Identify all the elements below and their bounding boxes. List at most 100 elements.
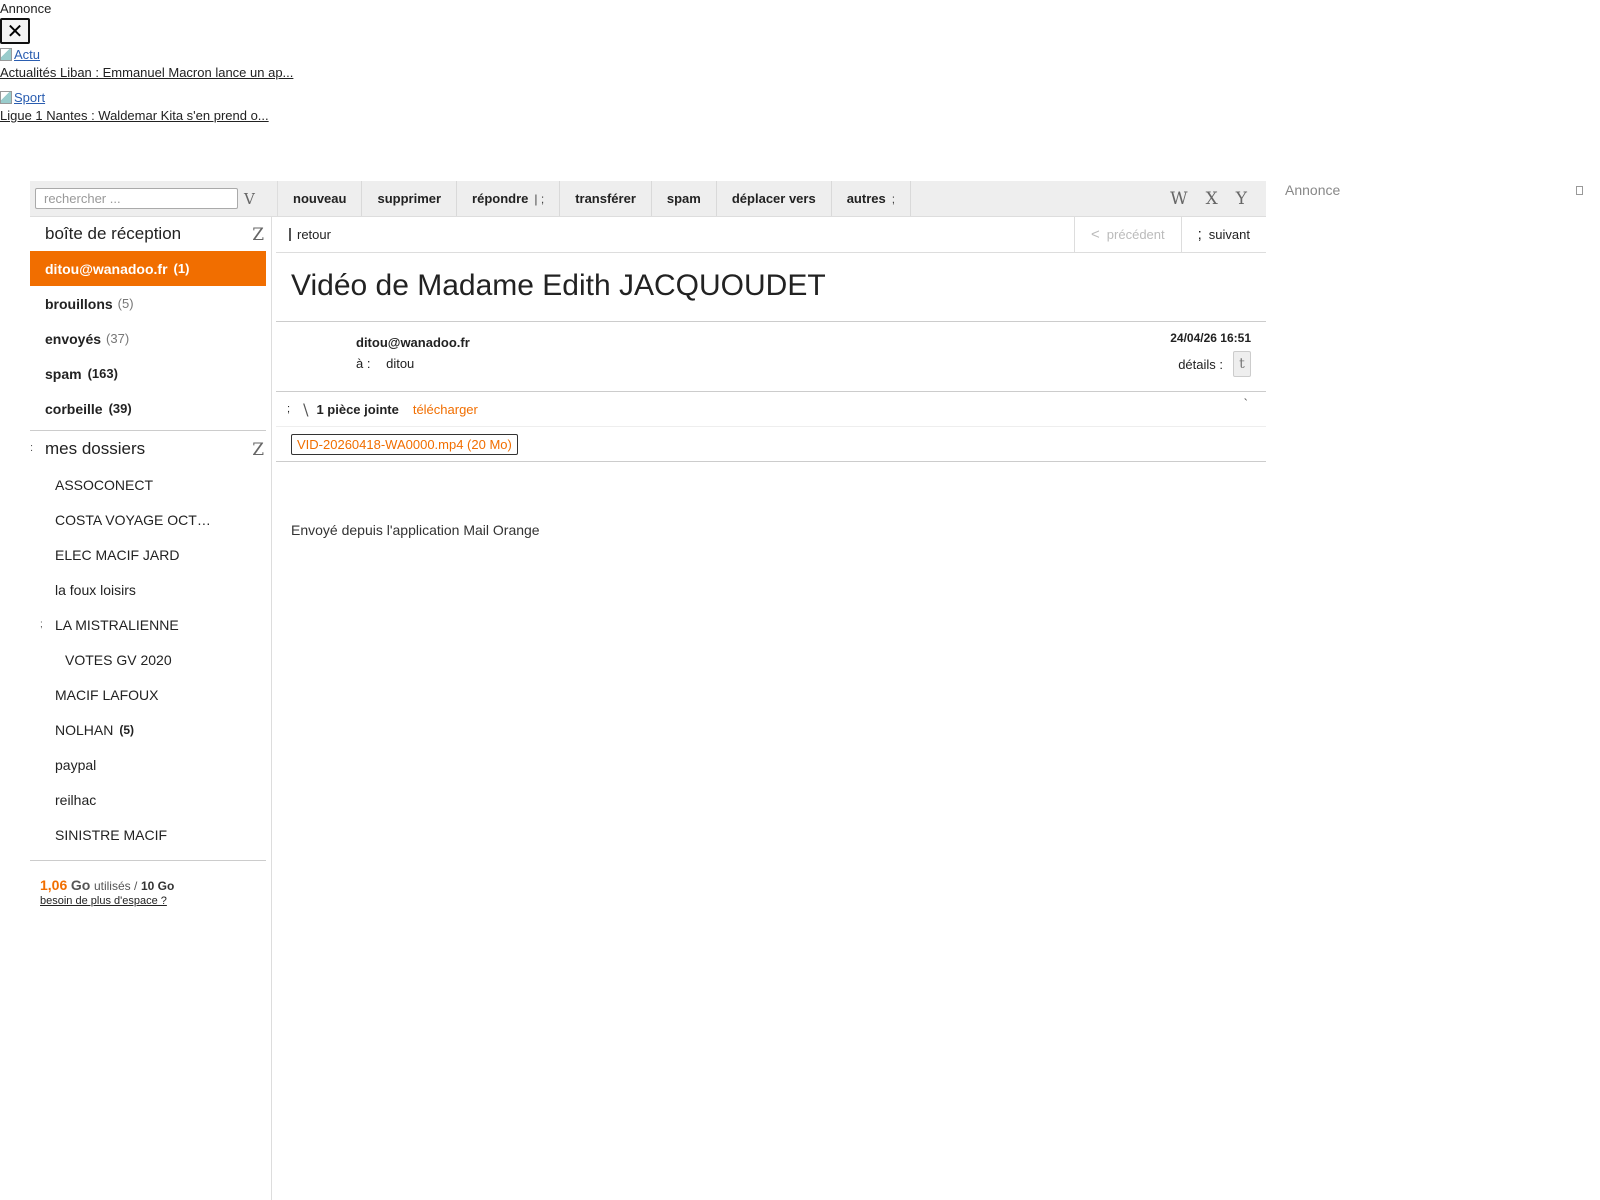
back-icon [289,228,291,241]
ad-link[interactable]: Ligue 1 Nantes : Waldemar Kita s'en pren… [0,107,400,125]
unread-count: (5) [119,722,135,737]
sidebar-item-sent[interactable]: envoyés (37) [30,321,266,356]
ad-item[interactable]: Actu Actualités Liban : Emmanuel Macron … [0,45,400,82]
quota-used-unit: Go [70,877,91,893]
ad-banner-top: Annonce ✕ Actu Actualités Liban : Emmanu… [0,0,400,131]
collapse-icon[interactable]: Z [252,225,264,245]
unread-count: (163) [87,366,118,381]
sidebar-item-trash[interactable]: corbeille (39) [30,391,266,426]
folder-item[interactable]: MACIF LAFOUX [30,677,266,712]
sidebar-divider [271,217,272,1200]
folder-item[interactable]: paypal [30,747,266,782]
print-icon[interactable]: W [1170,189,1187,209]
delete-button[interactable]: supprimer [362,181,458,216]
mailbox-label: envoyés [45,330,102,347]
ad-image[interactable]: Sport [0,88,400,107]
spam-button[interactable]: spam [652,181,717,216]
toolbar: V nouveau supprimer répondre | ; transfé… [30,181,1266,217]
attachments-count: 1 pièce jointe [316,401,399,417]
ad-info-icon[interactable] [1576,186,1583,195]
folder-item[interactable]: la foux loisirs [30,572,266,607]
new-button[interactable]: nouveau [278,181,363,216]
toggle-icon[interactable]: ; [287,403,290,415]
folder-item[interactable]: reilhac [30,782,266,817]
move-to-button[interactable]: déplacer vers [717,181,832,216]
folder-item[interactable]: ; LA MISTRALIENNE [30,607,266,642]
chevron-down-icon[interactable]: | ; [534,192,544,206]
toggle-icon[interactable]: : [30,442,33,454]
folder-label: reilhac [55,791,97,808]
ad-link[interactable]: Actualités Liban : Emmanuel Macron lance… [0,64,400,82]
storage-quota: 1,06 Go utilisés / 10 Go besoin de plus … [30,860,266,907]
folder-label: VOTES GV 2020 [65,651,172,668]
search-area: V [30,181,278,216]
folder-label: SINISTRE MACIF [55,826,168,843]
back-label: retour [297,227,331,242]
message-date: 24/04/26 16:51 [1170,331,1251,345]
subfolder-item[interactable]: VOTES GV 2020 [30,642,266,677]
quota-total: 10 Go [140,879,175,893]
folder-item[interactable]: COSTA VOYAGE OCT… [30,502,266,537]
back-button[interactable]: retour [276,227,331,242]
move-to-button-label: déplacer vers [731,191,816,206]
next-label: suivant [1208,227,1250,242]
folder-label: la foux loisirs [55,581,136,598]
toggle-icon[interactable]: ; [40,619,43,630]
message-nav: retour < précédent ; suivant [276,217,1266,253]
close-ad-button[interactable]: ✕ [0,18,30,44]
sidebar-item-spam[interactable]: spam (163) [30,356,266,391]
other-actions-label: autres [846,191,886,206]
folder-item[interactable]: NOLHAN (5) [30,712,266,747]
download-link[interactable]: télécharger [413,402,478,417]
previous-label: précédent [1106,227,1165,242]
message-subject: Vidéo de Madame Edith JACQUOUDET [276,253,1266,322]
mailbox-label: ditou@wanadoo.fr [45,260,168,277]
reply-button[interactable]: répondre | ; [457,181,561,216]
unread-count: (1) [173,261,190,276]
mailbox-label: corbeille [45,400,103,417]
next-button[interactable]: ; suivant [1180,217,1266,252]
ad-item[interactable]: Sport Ligue 1 Nantes : Waldemar Kita s'e… [0,88,400,125]
chevron-down-icon: ; [891,191,896,206]
more-icon[interactable]: ` [1244,396,1248,411]
folder-item[interactable]: ELEC MACIF JARD [30,537,266,572]
inbox-header[interactable]: boîte de réception Z [30,217,266,251]
quota-used: 1,06 [40,877,68,893]
message-view: retour < précédent ; suivant Vidéo de Ma… [276,217,1266,538]
folders-header[interactable]: : mes dossiers Z [30,431,266,467]
more-space-link[interactable]: besoin de plus d'espace ? [40,895,266,907]
other-actions-button[interactable]: autres ; [832,181,912,216]
help-icon[interactable]: Y [1236,189,1247,209]
collapse-icon[interactable]: Z [252,440,264,460]
recipient: à : ditou [356,356,414,371]
folder-label: LA MISTRALIENNE [55,616,179,633]
ad-image[interactable]: Actu [0,45,400,64]
mailbox-count: (37) [106,331,130,346]
unread-count: (39) [108,401,132,416]
search-icon[interactable]: V [244,190,255,208]
sidebar-item-inbox[interactable]: ditou@wanadoo.fr (1) [30,251,266,286]
folder-label: COSTA VOYAGE OCT… [55,511,211,528]
sidebar: boîte de réception Z ditou@wanadoo.fr (1… [30,217,266,907]
folders-title: mes dossiers [45,439,146,458]
previous-button[interactable]: < précédent [1074,217,1181,252]
chevron-right-icon: ; [1197,226,1202,243]
ad-label: Annonce [0,1,52,16]
attachments-list: VID-20260418-WA0000.mp4 (20 Mo) [276,427,1266,462]
search-input[interactable] [35,188,238,209]
sidebar-item-drafts[interactable]: brouillons (5) [30,286,266,321]
folder-item[interactable]: SINISTRE MACIF [30,817,266,852]
paperclip-icon: \ [303,399,309,419]
attachment-file[interactable]: VID-20260418-WA0000.mp4 (20 Mo) [291,433,518,455]
quota-text: utilisés / [93,879,138,893]
mailbox-label: spam [45,365,82,382]
settings-icon[interactable]: X [1206,189,1218,209]
message-header: ditou@wanadoo.fr à : ditou 24/04/26 16:5… [276,322,1266,392]
toolbar-right-icons: W X Y [1161,181,1266,216]
message-pager: < précédent ; suivant [1074,217,1266,252]
expand-details-icon[interactable]: t [1233,351,1251,377]
folder-item[interactable]: ASSOCONECT [30,467,266,502]
new-button-label: nouveau [293,191,347,206]
forward-button[interactable]: transférer [560,181,652,216]
details-toggle[interactable]: détails : t [1178,351,1251,377]
